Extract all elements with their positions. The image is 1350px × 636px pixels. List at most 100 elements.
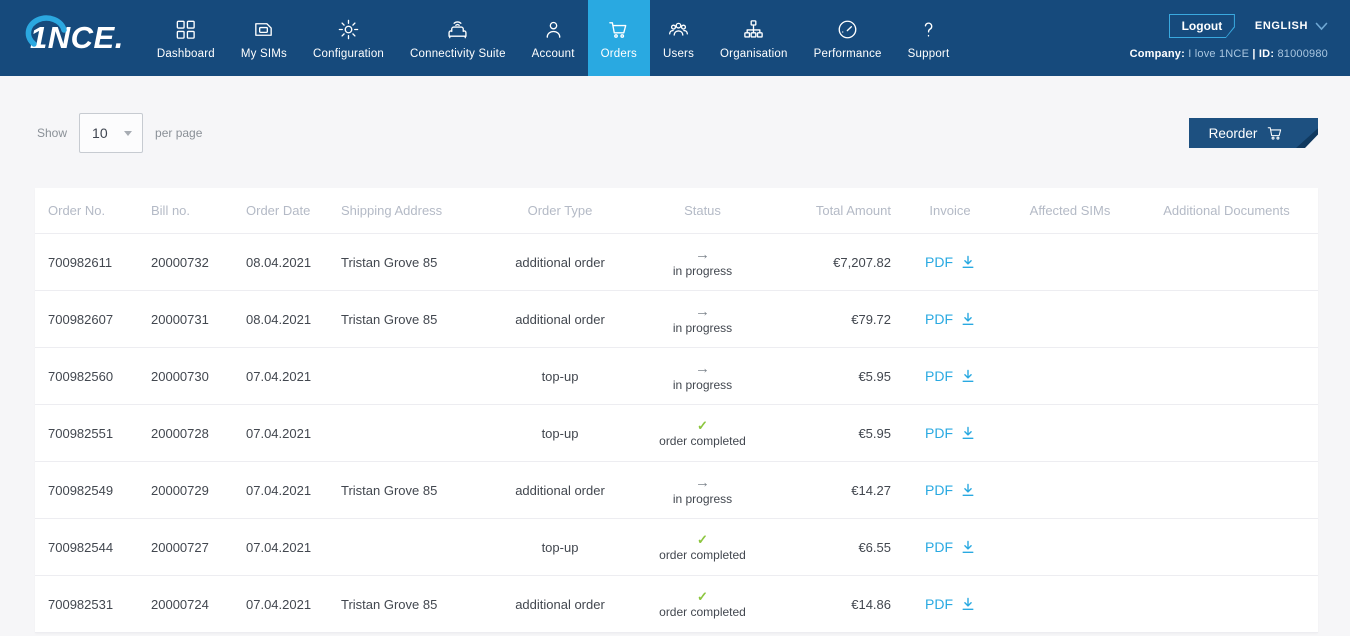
connectivity-icon: [446, 17, 469, 41]
nav-item-performance[interactable]: Performance: [801, 0, 895, 76]
cell-order-no: 700982560: [48, 368, 114, 384]
cell-bill-no: 20000729: [151, 482, 209, 498]
nav-item-account[interactable]: Account: [519, 0, 588, 76]
cell-total-amount: €79.72: [851, 311, 891, 327]
status-label: in progress: [672, 320, 733, 335]
arrow-right-icon: →: [695, 245, 710, 263]
invoice-pdf-link[interactable]: PDF: [895, 254, 1005, 270]
invoice-pdf-link[interactable]: PDF: [895, 596, 1005, 612]
status-label: in progress: [672, 377, 733, 392]
cell-order-date: 08.04.2021: [246, 254, 312, 270]
page-size-value: 10: [92, 125, 108, 141]
status-label: in progress: [672, 491, 733, 506]
company-label: Company:: [1129, 48, 1185, 60]
orders-table: Order No. Bill no. Order Date Shipping Addr…: [35, 188, 1318, 633]
cell-status: → in progress: [645, 474, 760, 506]
invoice-pdf-link[interactable]: PDF: [895, 482, 1005, 498]
question-icon: [917, 17, 940, 41]
table-body: 700982611 20000732 08.04.2021 Tristan Grove…: [35, 234, 1318, 633]
nav-item-dashboard[interactable]: Dashboard: [144, 0, 228, 76]
show-label: Show: [37, 126, 68, 140]
nav-item-label: Organisation: [720, 47, 788, 60]
nav-item-my-sims[interactable]: My SIMs: [228, 0, 300, 76]
cell-order-no: 700982551: [48, 425, 114, 441]
cell-order-type: top-up: [541, 425, 579, 441]
nav-item-label: Orders: [600, 47, 637, 60]
cell-order-no: 700982531: [48, 596, 114, 612]
cell-order-type: additional order: [515, 311, 605, 327]
download-icon: [962, 426, 974, 439]
cart-icon: [607, 17, 630, 41]
cell-status: → in progress: [645, 360, 760, 392]
cell-invoice: PDF: [895, 539, 1005, 555]
cell-invoice: PDF: [895, 254, 1005, 270]
table-row: 700982531 20000724 07.04.2021 Tristan Grove…: [35, 576, 1318, 633]
column-header-affected-sims: Affected SIMs: [1029, 203, 1111, 218]
nav-item-orders[interactable]: Orders: [587, 0, 650, 76]
download-icon: [962, 312, 974, 325]
table-toolbar: Show 10 per page Reorder: [37, 113, 1318, 153]
column-header-status: Status: [684, 203, 721, 218]
download-icon: [962, 540, 974, 553]
table-row: 700982607 20000731 08.04.2021 Tristan Grove…: [35, 291, 1318, 348]
brand-logo[interactable]: 1NCE.: [0, 0, 138, 76]
nav-item-configuration[interactable]: Configuration: [300, 0, 397, 76]
check-icon: ✓: [697, 418, 708, 433]
cell-bill-no: 20000732: [151, 254, 209, 270]
invoice-pdf-link[interactable]: PDF: [895, 368, 1005, 384]
status-label: order completed: [659, 547, 746, 562]
invoice-pdf-link[interactable]: PDF: [895, 425, 1005, 441]
cell-order-type: top-up: [541, 368, 579, 384]
column-header-order-no-: Order No.: [48, 203, 106, 218]
cell-total-amount: €14.86: [851, 596, 891, 612]
company-info: Company: I love 1NCE | ID: 81000980: [1130, 48, 1328, 60]
cell-order-date: 07.04.2021: [246, 425, 312, 441]
gear-icon: [337, 17, 360, 41]
cell-invoice: PDF: [895, 425, 1005, 441]
cell-shipping-address: Tristan Grove 85: [341, 254, 438, 270]
table-row: 700982611 20000732 08.04.2021 Tristan Grove…: [35, 234, 1318, 291]
per-page-label: per page: [155, 126, 203, 140]
company-name: I love 1NCE: [1188, 48, 1250, 60]
company-id: 81000980: [1277, 48, 1328, 60]
cell-invoice: PDF: [895, 368, 1005, 384]
cell-invoice: PDF: [895, 482, 1005, 498]
nav-item-users[interactable]: Users: [650, 0, 707, 76]
cell-bill-no: 20000731: [151, 311, 209, 327]
language-selector[interactable]: ENGLISH: [1255, 20, 1328, 32]
nav-item-support[interactable]: Support: [895, 0, 963, 76]
check-icon: ✓: [697, 589, 708, 604]
id-label: ID:: [1258, 48, 1275, 60]
caret-down-icon: [124, 130, 133, 136]
table-row: 700982551 20000728 07.04.2021 top-up ✓ order …: [35, 405, 1318, 462]
cell-total-amount: €14.27: [851, 482, 891, 498]
orgchart-icon: [742, 17, 765, 41]
pdf-label: PDF: [925, 254, 953, 270]
pdf-label: PDF: [925, 539, 953, 555]
download-icon: [962, 597, 974, 610]
logout-button[interactable]: Logout: [1169, 14, 1235, 38]
cell-order-no: 700982549: [48, 482, 114, 498]
cell-invoice: PDF: [895, 311, 1005, 327]
nav-item-label: Account: [531, 47, 575, 60]
table-header-row: Order No. Bill no. Order Date Shipping Addr…: [35, 188, 1318, 234]
invoice-pdf-link[interactable]: PDF: [895, 311, 1005, 327]
download-icon: [962, 483, 974, 496]
cell-bill-no: 20000728: [151, 425, 209, 441]
cell-status: → in progress: [645, 303, 760, 335]
top-navigation-bar: 1NCE. Dashboard My SIMs Configuration Conne…: [0, 0, 1350, 76]
column-header-order-date: Order Date: [246, 203, 311, 218]
pdf-label: PDF: [925, 368, 953, 384]
cell-order-date: 07.04.2021: [246, 482, 312, 498]
nav-item-connectivity-suite[interactable]: Connectivity Suite: [397, 0, 519, 76]
nav-item-organisation[interactable]: Organisation: [707, 0, 801, 76]
invoice-pdf-link[interactable]: PDF: [895, 539, 1005, 555]
nav-item-label: My SIMs: [240, 47, 287, 60]
reorder-button[interactable]: Reorder: [1189, 118, 1318, 148]
chevron-down-icon: [1315, 22, 1328, 30]
cell-shipping-address: Tristan Grove 85: [341, 596, 438, 612]
cell-order-date: 07.04.2021: [246, 368, 312, 384]
table-row: 700982560 20000730 07.04.2021 top-up → in pro…: [35, 348, 1318, 405]
page-size-select[interactable]: 10: [79, 113, 144, 153]
nav-item-label: Connectivity Suite: [410, 47, 506, 60]
